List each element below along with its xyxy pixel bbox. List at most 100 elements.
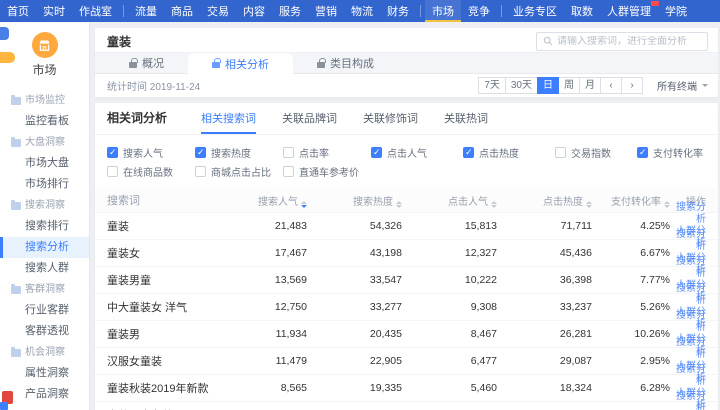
metric-商城点击占比[interactable]: 商城点击占比 [195,163,283,180]
sidebar-item-搜索分析[interactable]: 搜索分析 [0,237,89,258]
sidebar-group-大盘洞察: 大盘洞察 [0,132,89,153]
search-heat-cell: 43,198 [307,247,402,259]
nav-item-市场[interactable]: 市场 [425,0,461,22]
nav-item-交易[interactable]: 交易 [200,0,236,22]
nav-item-学院[interactable]: 学院 [658,0,694,22]
tab-类目构成[interactable]: 类目构成 [293,53,398,73]
sidebar-item-属性洞察[interactable]: 属性洞察 [0,363,89,384]
sidebar-item-市场排行[interactable]: 市场排行 [0,174,89,195]
market-module-icon [32,32,58,58]
period-button-30天[interactable]: 30天 [505,77,538,94]
metric-搜索热度[interactable]: 搜索热度 [195,144,283,161]
nav-item-首页[interactable]: 首页 [0,0,36,22]
table-row: 童装女17,46743,19812,32745,4366.67%搜索分析人群分析 [95,239,718,266]
action-link-搜索分析[interactable]: 搜索分析 [670,256,706,280]
stat-date: 2019-11-24 [150,82,200,93]
period-button-7天[interactable]: 7天 [478,77,506,94]
checkbox-unchecked[interactable] [195,166,206,177]
action-link-搜索分析[interactable]: 搜索分析 [670,202,706,226]
sidebar-item-产品洞察[interactable]: 产品洞察 [0,384,89,405]
subtab-相关搜索词[interactable]: 相关搜索词 [201,110,256,134]
column-label: 点击热度 [543,197,583,208]
nav-item-竞争[interactable]: 竞争 [461,0,497,22]
period-button-周[interactable]: 周 [558,77,580,94]
stats-row: 统计时间 2019-11-24 7天30天日周月 ‹ › 所有终端 [95,74,718,97]
folder-icon [11,286,21,294]
action-link-搜索分析[interactable]: 搜索分析 [670,337,706,361]
sidebar-item-客群透视[interactable]: 客群透视 [0,321,89,342]
checkbox-checked[interactable] [371,147,382,158]
tab-相关分析[interactable]: 相关分析 [188,53,293,74]
subtab-关联热词[interactable]: 关联热词 [444,110,488,134]
metric-直通车参考价[interactable]: 直通车参考价 [283,163,371,180]
keyword-title: 童装 [107,33,131,50]
action-link-搜索分析[interactable]: 搜索分析 [670,229,706,253]
sidebar-item-搜索人群[interactable]: 搜索人群 [0,258,89,279]
period-button-月[interactable]: 月 [579,77,601,94]
metric-交易指数[interactable]: 交易指数 [555,144,637,161]
metric-支付转化率[interactable]: 支付转化率 [637,144,706,161]
sidebar-group-机会洞察: 机会洞察 [0,342,89,363]
nav-separator [501,5,502,17]
search-input[interactable] [557,36,701,47]
nav-item-财务[interactable]: 财务 [380,0,416,22]
column-header-点击热度[interactable]: 点击热度 [497,193,592,208]
checkbox-checked[interactable] [637,147,648,158]
metric-点击率[interactable]: 点击率 [283,144,371,161]
search-box[interactable] [536,32,708,51]
action-link-搜索分析[interactable]: 搜索分析 [670,391,706,410]
nav-item-业务专区[interactable]: 业务专区 [506,0,564,22]
nav-item-营销[interactable]: 营销 [308,0,344,22]
checkbox-checked[interactable] [463,147,474,158]
nav-item-服务[interactable]: 服务 [272,0,308,22]
nav-item-人群管理[interactable]: 人群管理 [600,0,658,22]
metric-点击人气[interactable]: 点击人气 [371,144,463,161]
next-period-button[interactable]: › [621,77,643,94]
table-row: 中大童装女 洋气12,75033,2779,30833,2375.26%搜索分析… [95,293,718,320]
table-row: 童装21,48354,32615,81371,7114.25%搜索分析人群分析 [95,212,718,239]
tab-概况[interactable]: 概况 [105,53,188,73]
column-header-搜索热度[interactable]: 搜索热度 [307,193,402,208]
column-header-点击人气[interactable]: 点击人气 [402,193,497,208]
click-heat-cell: 33,237 [497,301,592,313]
prev-period-button[interactable]: ‹ [600,77,622,94]
sidebar-item-市场大盘[interactable]: 市场大盘 [0,153,89,174]
sidebar-item-监控看板[interactable]: 监控看板 [0,111,89,132]
column-label: 支付转化率 [611,197,661,208]
metric-搜索人气[interactable]: 搜索人气 [107,144,195,161]
checkbox-checked[interactable] [107,147,118,158]
search-popularity-cell: 8,565 [227,382,307,394]
sidebar-group-市场监控: 市场监控 [0,90,89,111]
period-button-日[interactable]: 日 [537,77,559,94]
metric-点击热度[interactable]: 点击热度 [463,144,555,161]
checkbox-unchecked[interactable] [283,147,294,158]
pay-conversion-cell: 6.28% [592,382,670,394]
checkbox-unchecked[interactable] [107,166,118,177]
terminal-dropdown[interactable]: 所有终端 [657,78,708,93]
nav-item-商品[interactable]: 商品 [164,0,200,22]
nav-item-内容[interactable]: 内容 [236,0,272,22]
metric-label: 搜索热度 [211,145,251,160]
checkbox-unchecked[interactable] [555,147,566,158]
checkbox-unchecked[interactable] [283,166,294,177]
subtab-关联修饰词[interactable]: 关联修饰词 [363,110,418,134]
action-link-搜索分析[interactable]: 搜索分析 [670,310,706,334]
search-popularity-cell: 11,934 [227,328,307,340]
column-header-搜索人气[interactable]: 搜索人气 [227,193,307,208]
nav-item-流量[interactable]: 流量 [128,0,164,22]
sidebar-item-行业客群[interactable]: 行业客群 [0,300,89,321]
subtab-关联品牌词[interactable]: 关联品牌词 [282,110,337,134]
checkbox-checked[interactable] [195,147,206,158]
lock-icon [129,62,137,68]
nav-item-作战室[interactable]: 作战室 [72,0,119,22]
column-header-支付转化率[interactable]: 支付转化率 [592,193,670,208]
search-heat-cell: 19,335 [307,382,402,394]
action-link-搜索分析[interactable]: 搜索分析 [670,364,706,388]
nav-item-物流[interactable]: 物流 [344,0,380,22]
action-link-搜索分析[interactable]: 搜索分析 [670,283,706,307]
sidebar-item-搜索排行[interactable]: 搜索排行 [0,216,89,237]
nav-item-实时[interactable]: 实时 [36,0,72,22]
metric-label: 在线商品数 [123,164,173,179]
metric-在线商品数[interactable]: 在线商品数 [107,163,195,180]
nav-item-取数[interactable]: 取数 [564,0,600,22]
